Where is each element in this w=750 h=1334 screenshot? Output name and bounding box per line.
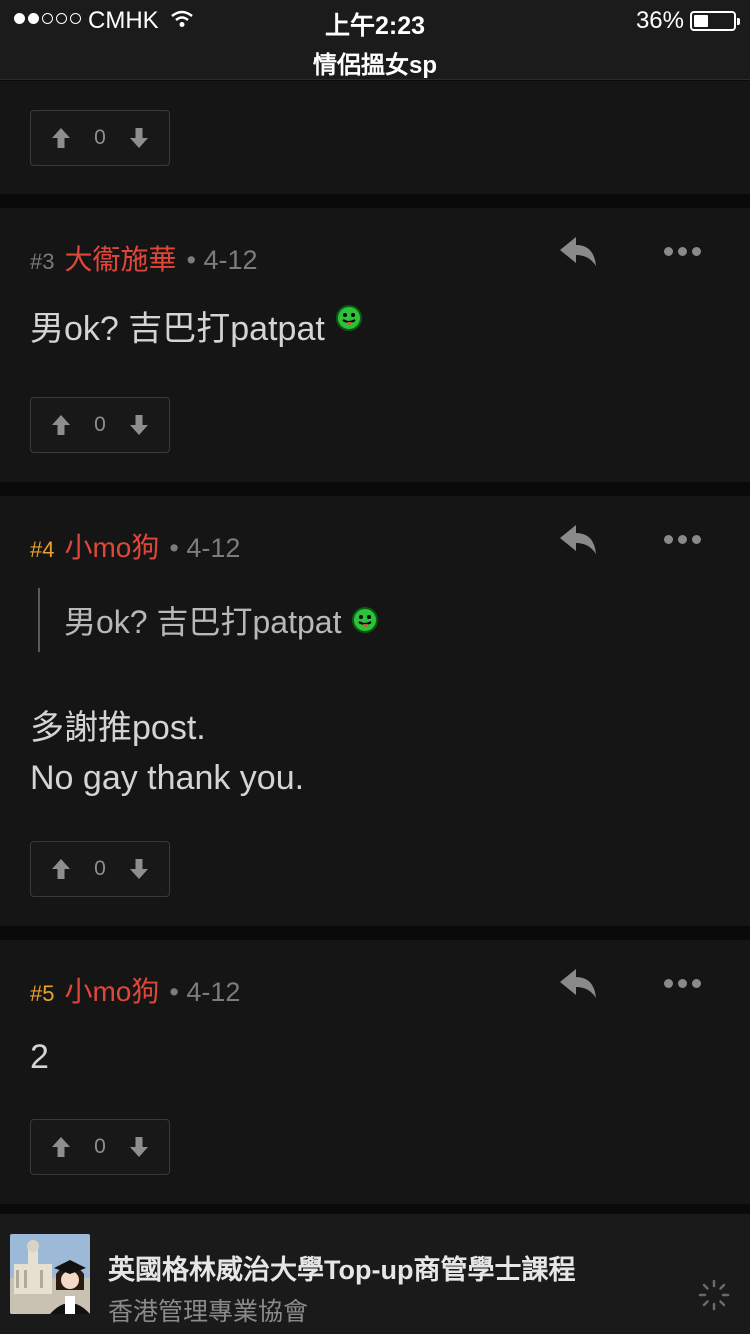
post-date: • 4-12 <box>169 977 241 1007</box>
more-options-icon[interactable] <box>664 238 708 264</box>
post-body: 2 <box>30 1032 49 1082</box>
post-number: #4 <box>30 537 55 562</box>
post-number: #5 <box>30 981 55 1006</box>
post-header: #5 小mo狗 • 4-12 <box>30 970 240 1010</box>
reply-icon[interactable] <box>556 234 600 270</box>
vote-control: 0 <box>30 397 170 453</box>
ad-title: 英國格林威治大學Top-up商管學士課程 <box>108 1255 576 1285</box>
vote-count: 0 <box>94 413 106 436</box>
post-card: #3 大衞施華 • 4-12 男ok? 吉巴打patpat 0 <box>0 208 750 482</box>
arrow-down-icon[interactable] <box>129 414 149 436</box>
more-options-icon[interactable] <box>664 526 708 552</box>
post-text-line: 多謝推post. <box>30 709 206 747</box>
post-card: #4 小mo狗 • 4-12 男ok? 吉巴打patpat 多謝推post. N… <box>0 496 750 926</box>
post-text-line: 男ok? 吉巴打patpat <box>30 310 325 348</box>
vote-count: 0 <box>94 126 106 149</box>
ad-thumbnail <box>10 1234 90 1314</box>
vote-control: 0 <box>30 110 170 166</box>
post-header: #3 大衞施華 • 4-12 <box>30 238 258 278</box>
vote-count: 0 <box>94 1135 106 1158</box>
tongue-out-emoji-icon <box>335 305 362 331</box>
author-name[interactable]: 小mo狗 <box>64 970 159 1010</box>
arrow-down-icon[interactable] <box>129 858 149 880</box>
author-name[interactable]: 小mo狗 <box>64 526 159 566</box>
arrow-up-icon[interactable] <box>51 127 71 149</box>
reply-icon[interactable] <box>556 966 600 1002</box>
arrow-up-icon[interactable] <box>51 858 71 880</box>
arrow-up-icon[interactable] <box>51 1136 71 1158</box>
arrow-down-icon[interactable] <box>129 127 149 149</box>
author-name[interactable]: 大衞施華 <box>64 238 176 278</box>
post-body: 男ok? 吉巴打patpat <box>30 304 363 354</box>
vote-count: 0 <box>94 857 106 880</box>
arrow-up-icon[interactable] <box>51 414 71 436</box>
post-card: 0 <box>0 81 750 194</box>
ad-banner[interactable]: 英國格林威治大學Top-up商管學士課程 香港管理專業協會 <box>0 1214 750 1334</box>
vote-control: 0 <box>30 841 170 897</box>
quote-text: 男ok? 吉巴打patpat <box>64 604 342 640</box>
vote-control: 0 <box>30 1119 170 1175</box>
page-title: 情侶搵女sp <box>312 52 437 79</box>
post-card: #5 小mo狗 • 4-12 2 0 <box>0 940 750 1204</box>
arrow-down-icon[interactable] <box>129 1136 149 1158</box>
battery-icon <box>690 11 740 31</box>
top-bar: CMHK 上午2:23 36% 情侶搵女sp <box>0 0 750 80</box>
more-options-icon[interactable] <box>664 970 708 996</box>
loading-spinner-icon <box>698 1279 730 1311</box>
post-body: 多謝推post. No gay thank you. <box>30 703 304 803</box>
ad-sponsor: 香港管理專業協會 <box>108 1298 309 1326</box>
reply-icon[interactable] <box>556 522 600 558</box>
app-screen: CMHK 上午2:23 36% 情侶搵女sp 0 #3 大衞施華 • 4-12 … <box>0 0 750 1334</box>
post-header: #4 小mo狗 • 4-12 <box>30 526 240 566</box>
post-text-line: No gay thank you. <box>30 759 305 797</box>
quoted-post: 男ok? 吉巴打patpat <box>38 588 379 652</box>
post-date: • 4-12 <box>169 533 241 563</box>
post-text-line: 2 <box>30 1038 49 1076</box>
status-bar: CMHK 上午2:23 36% <box>0 0 750 40</box>
post-date: • 4-12 <box>186 245 258 275</box>
battery-percent: 36% <box>635 7 684 34</box>
tongue-out-emoji-icon <box>352 607 379 633</box>
post-number: #3 <box>30 249 55 274</box>
